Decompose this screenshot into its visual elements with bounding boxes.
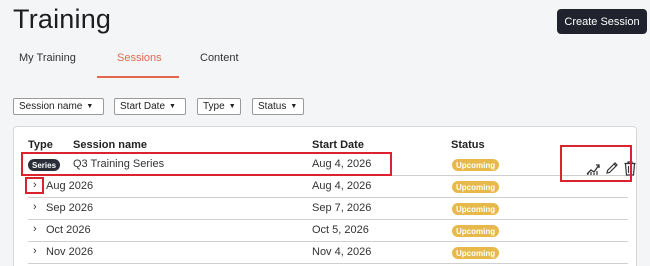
start-date: Aug 4, 2026 [312, 180, 372, 192]
start-date: Aug 4, 2026 [312, 158, 372, 170]
table-row[interactable]: › Nov 2026 Nov 4, 2026 Upcoming [28, 242, 628, 264]
pencil-icon[interactable] [604, 160, 620, 176]
caret-down-icon: ▼ [86, 103, 94, 110]
filter-label: Type [203, 101, 225, 112]
tab-content[interactable]: Content [200, 52, 239, 64]
filter-session-name[interactable]: Session name ▼ [13, 98, 104, 115]
status-badge: Upcoming [452, 247, 500, 259]
caret-down-icon: ▼ [169, 103, 176, 110]
chevron-right-icon[interactable]: › [33, 223, 37, 235]
series-row-actions [574, 160, 638, 180]
column-header-type: Type [28, 139, 53, 151]
column-header-session-name: Session name [73, 139, 147, 151]
session-name: Aug 2026 [46, 180, 94, 192]
start-date: Oct 5, 2026 [312, 224, 369, 236]
table-row[interactable]: › Sep 2026 Sep 7, 2026 Upcoming [28, 198, 628, 220]
chevron-right-icon[interactable]: › [33, 245, 37, 257]
status-badge: Upcoming [452, 225, 500, 237]
status-badge: Upcoming [452, 159, 500, 171]
start-date: Sep 7, 2026 [312, 202, 372, 214]
sessions-table: Type Session name Start Date Status Seri… [13, 126, 637, 266]
chevron-right-icon[interactable]: › [33, 201, 37, 213]
status-badge: Upcoming [452, 203, 500, 215]
tab-sessions[interactable]: Sessions [117, 52, 162, 64]
chevron-right-icon[interactable]: › [33, 179, 37, 191]
caret-down-icon: ▼ [290, 103, 298, 110]
session-name: Sep 2026 [46, 202, 94, 214]
analytics-icon[interactable] [585, 160, 601, 176]
page-title: Training [13, 4, 112, 34]
column-header-start-date: Start Date [312, 139, 364, 151]
column-header-status: Status [451, 139, 485, 151]
filter-status[interactable]: Status ▼ [252, 98, 304, 115]
filter-start-date[interactable]: Start Date ▼ [114, 98, 186, 115]
session-name: Nov 2026 [46, 246, 94, 258]
table-row[interactable]: › Aug 2026 Aug 4, 2026 Upcoming [28, 176, 628, 198]
series-row[interactable]: Series Q3 Training Series Aug 4, 2026 Up… [28, 154, 628, 176]
create-session-button[interactable]: Create Session [557, 9, 647, 34]
filter-label: Start Date [120, 101, 166, 112]
filter-label: Session name [19, 101, 83, 112]
table-row[interactable]: › Oct 2026 Oct 5, 2026 Upcoming [28, 220, 628, 242]
filter-type[interactable]: Type ▼ [197, 98, 241, 115]
start-date: Nov 4, 2026 [312, 246, 372, 258]
active-tab-indicator [97, 76, 179, 78]
caret-down-icon: ▼ [228, 103, 236, 110]
status-badge: Upcoming [452, 181, 500, 193]
trash-icon[interactable] [622, 160, 638, 176]
session-name: Oct 2026 [46, 224, 91, 236]
session-name: Q3 Training Series [73, 158, 165, 170]
tab-my-training[interactable]: My Training [19, 52, 76, 64]
filter-label: Status [258, 101, 287, 112]
tab-bar: My Training Sessions Content [0, 44, 300, 78]
series-badge: Series [28, 159, 61, 171]
